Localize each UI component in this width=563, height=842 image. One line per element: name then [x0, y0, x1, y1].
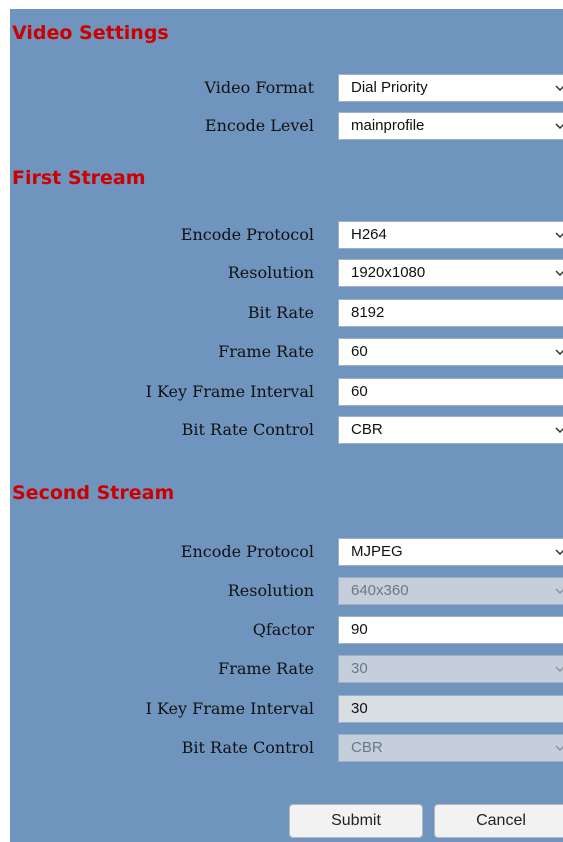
row-first-bit-rate: Bit Rate 8192 [10, 298, 563, 328]
section-title-first-stream: First Stream [12, 167, 146, 189]
second-qfactor-label: Qfactor [252, 620, 314, 639]
second-encode-protocol-select[interactable]: MJPEG [338, 538, 563, 566]
second-i-key-frame-interval-value: 30 [351, 700, 368, 717]
first-bit-rate-input[interactable]: 8192 [338, 299, 563, 327]
first-i-key-frame-interval-input[interactable]: 60 [338, 378, 563, 406]
chevron-down-icon [555, 417, 563, 443]
row-first-i-key-frame-interval: I Key Frame Interval 60 [10, 377, 563, 407]
row-second-qfactor: Qfactor 90 [10, 615, 563, 645]
first-i-key-frame-interval-value: 60 [351, 383, 368, 400]
second-resolution-select: 640x360 [338, 577, 563, 605]
cancel-button[interactable]: Cancel [434, 804, 563, 838]
chevron-down-icon [555, 75, 563, 101]
second-resolution-label: Resolution [227, 581, 314, 600]
second-bit-rate-control-value: CBR [351, 739, 383, 756]
first-frame-rate-select[interactable]: 60 [338, 338, 563, 366]
row-first-resolution: Resolution 1920x1080 [10, 258, 563, 288]
first-encode-protocol-select[interactable]: H264 [338, 221, 563, 249]
chevron-down-icon [555, 539, 563, 565]
row-encode-level: Encode Level mainprofile [10, 111, 563, 141]
first-resolution-select[interactable]: 1920x1080 [338, 259, 563, 287]
row-first-bit-rate-control: Bit Rate Control CBR [10, 415, 563, 445]
first-resolution-value: 1920x1080 [351, 264, 426, 281]
second-i-key-frame-interval-input: 30 [338, 695, 563, 723]
chevron-down-icon [555, 113, 563, 139]
second-bit-rate-control-select: CBR [338, 734, 563, 762]
video-settings-panel: Video Settings Video Format Dial Priorit… [10, 9, 563, 842]
video-format-label: Video Format [204, 78, 314, 97]
encode-level-select[interactable]: mainprofile [338, 112, 563, 140]
encode-level-value: mainprofile [351, 117, 425, 134]
first-resolution-label: Resolution [227, 263, 314, 282]
second-qfactor-input[interactable]: 90 [338, 616, 563, 644]
first-i-key-frame-interval-label: I Key Frame Interval [145, 382, 314, 401]
chevron-down-icon [555, 222, 563, 248]
section-title-second-stream: Second Stream [12, 482, 175, 504]
encode-level-label: Encode Level [204, 116, 314, 135]
first-frame-rate-value: 60 [351, 343, 368, 360]
chevron-down-icon [555, 339, 563, 365]
section-title-video-settings: Video Settings [12, 22, 169, 44]
first-bit-rate-label: Bit Rate [247, 303, 314, 322]
second-resolution-value: 640x360 [351, 582, 409, 599]
first-bit-rate-control-label: Bit Rate Control [181, 420, 314, 439]
row-second-resolution: Resolution 640x360 [10, 576, 563, 606]
second-encode-protocol-label: Encode Protocol [180, 542, 314, 561]
first-encode-protocol-label: Encode Protocol [180, 225, 314, 244]
first-encode-protocol-value: H264 [351, 226, 387, 243]
chevron-down-icon [555, 260, 563, 286]
second-i-key-frame-interval-label: I Key Frame Interval [145, 699, 314, 718]
video-format-value: Dial Priority [351, 79, 428, 96]
video-format-select[interactable]: Dial Priority [338, 74, 563, 102]
chevron-down-icon [555, 735, 563, 761]
second-frame-rate-select: 30 [338, 655, 563, 683]
second-bit-rate-control-label: Bit Rate Control [181, 738, 314, 757]
first-bit-rate-value: 8192 [351, 304, 385, 321]
first-bit-rate-control-select[interactable]: CBR [338, 416, 563, 444]
row-first-encode-protocol: Encode Protocol H264 [10, 220, 563, 250]
second-qfactor-value: 90 [351, 621, 368, 638]
row-second-bit-rate-control: Bit Rate Control CBR [10, 733, 563, 763]
second-frame-rate-label: Frame Rate [218, 659, 314, 678]
first-frame-rate-label: Frame Rate [218, 342, 314, 361]
first-bit-rate-control-value: CBR [351, 421, 383, 438]
row-second-frame-rate: Frame Rate 30 [10, 654, 563, 684]
chevron-down-icon [555, 656, 563, 682]
chevron-down-icon [555, 578, 563, 604]
row-first-frame-rate: Frame Rate 60 [10, 337, 563, 367]
row-second-encode-protocol: Encode Protocol MJPEG [10, 537, 563, 567]
row-video-format: Video Format Dial Priority [10, 73, 563, 103]
submit-button[interactable]: Submit [289, 804, 423, 838]
second-frame-rate-value: 30 [351, 660, 368, 677]
row-second-i-key-frame-interval: I Key Frame Interval 30 [10, 694, 563, 724]
second-encode-protocol-value: MJPEG [351, 543, 403, 560]
